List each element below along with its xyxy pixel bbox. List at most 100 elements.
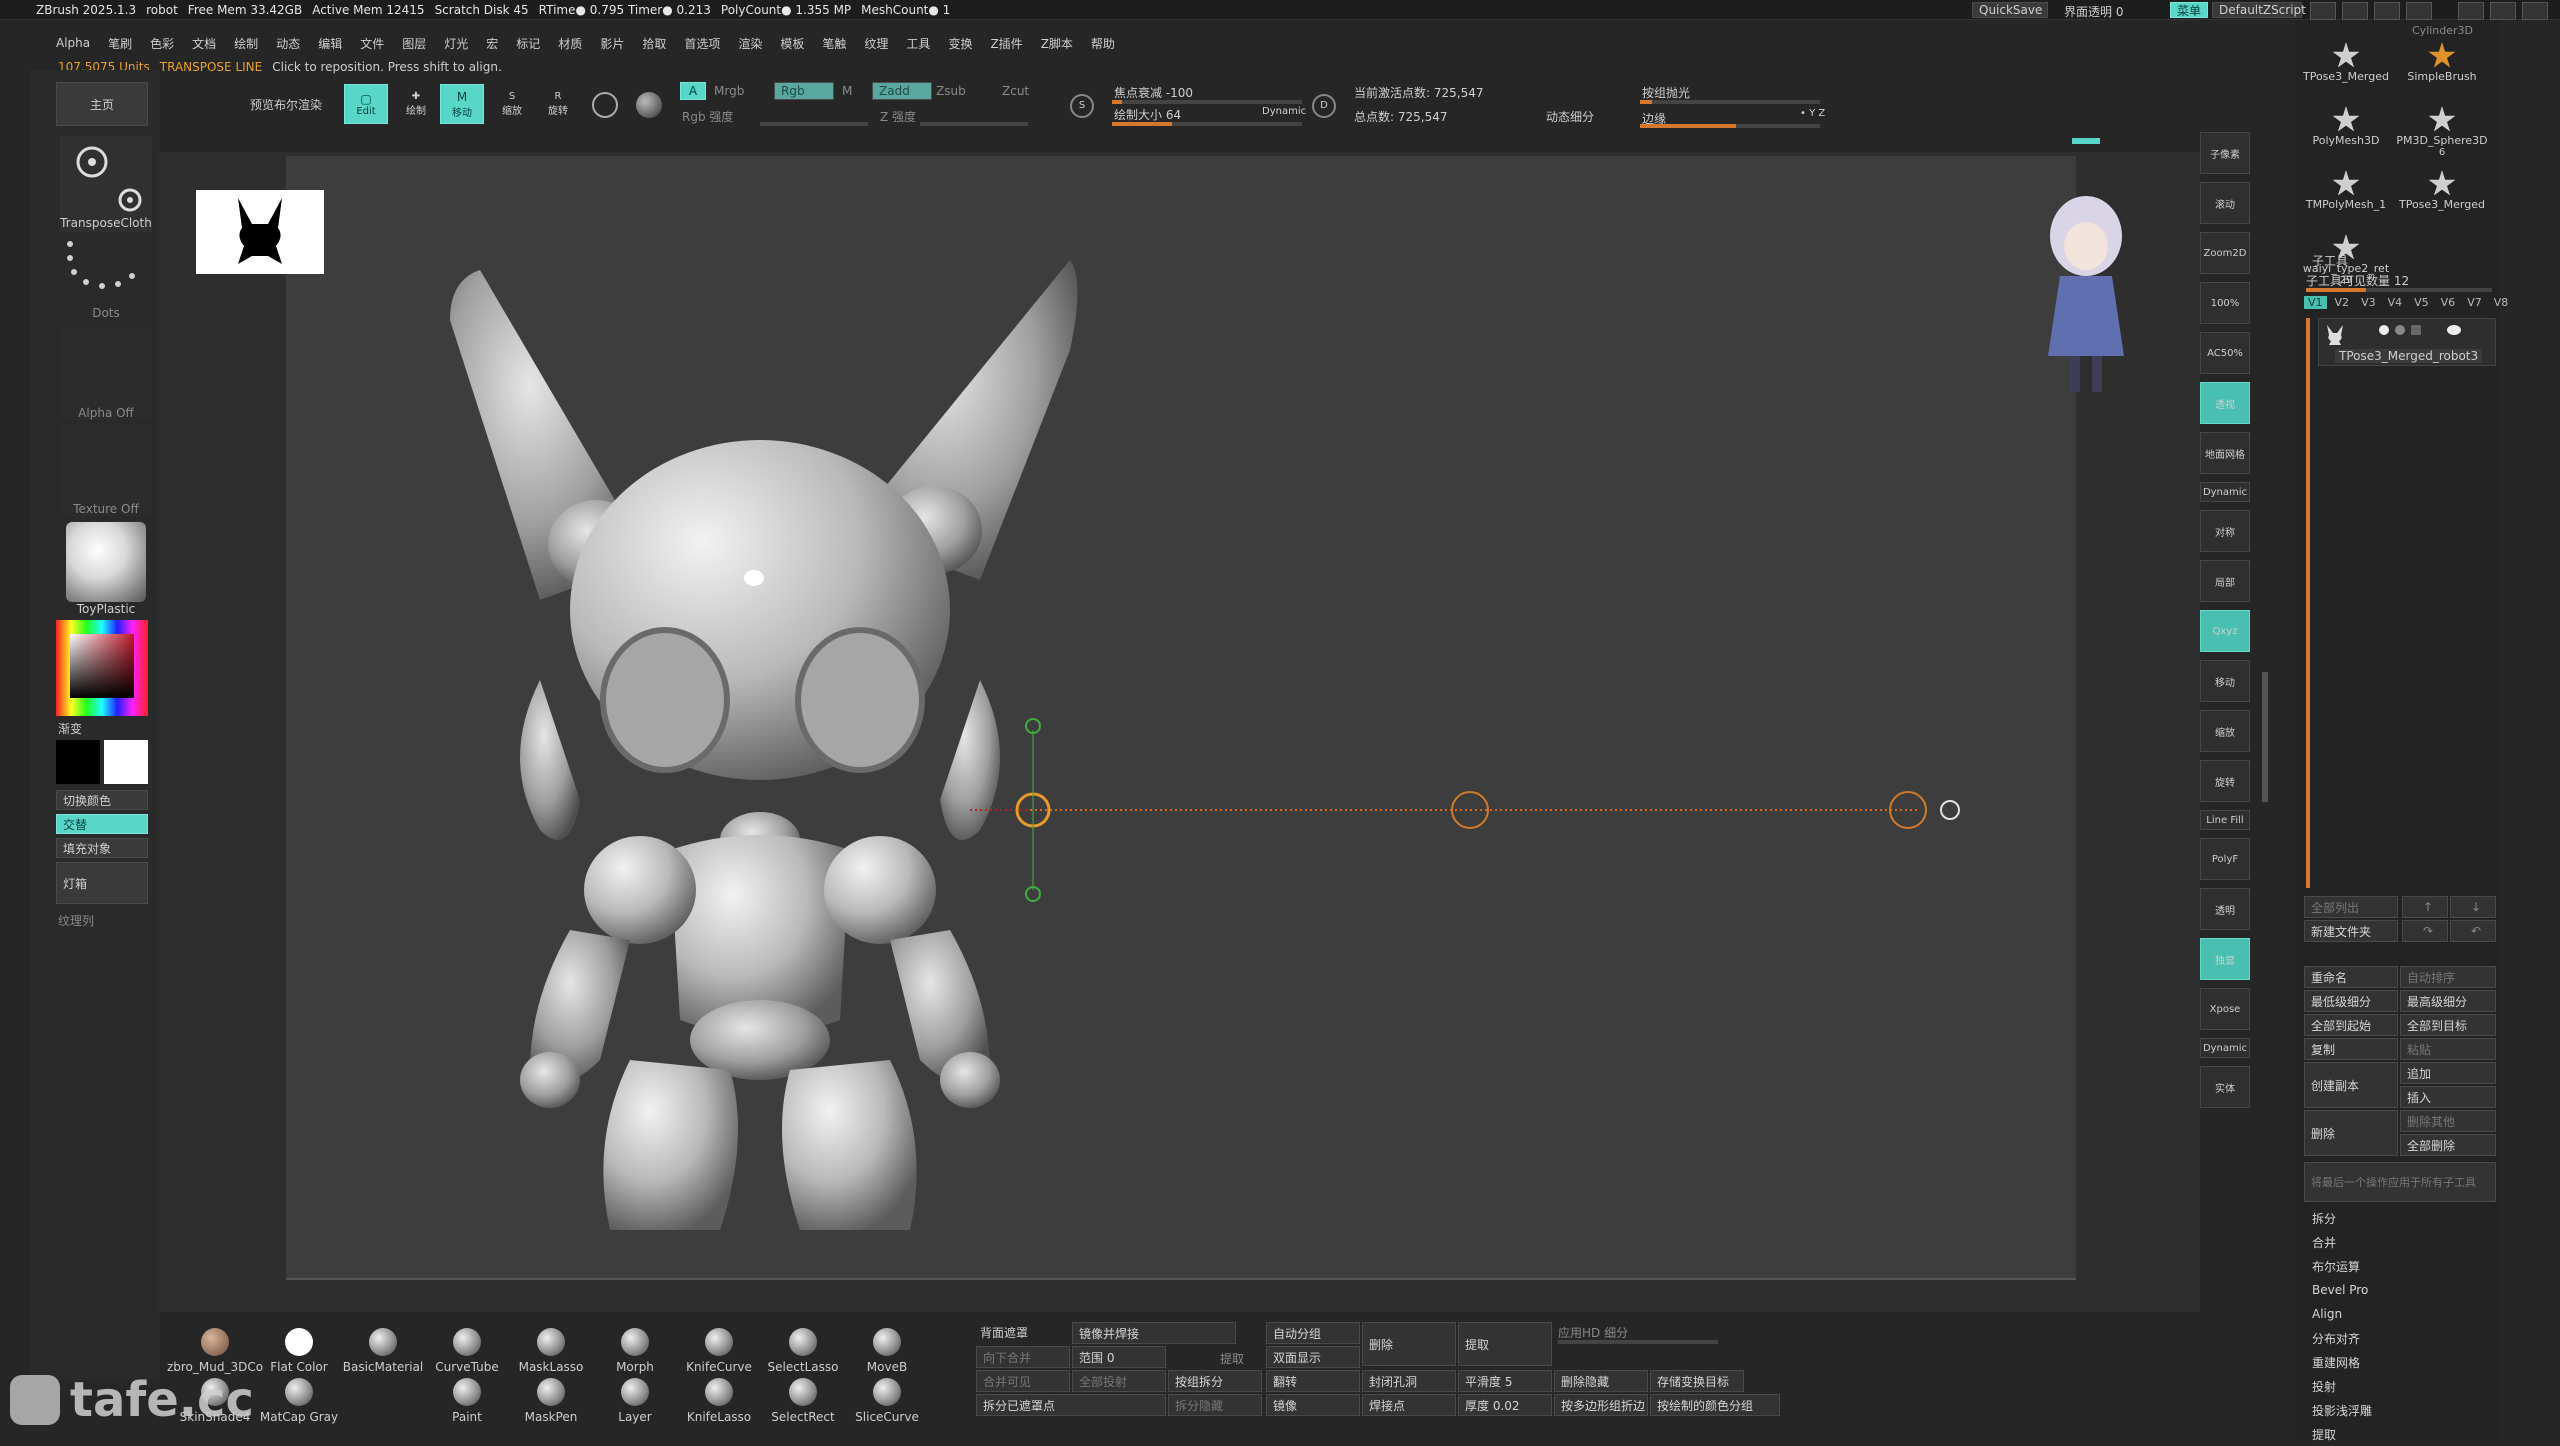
poly-group-fold-button[interactable]: 按多边形组折边 [1554,1394,1648,1416]
close-holes-button[interactable]: 封闭孔洞 [1362,1370,1456,1392]
menu-item[interactable]: 帮助 [1091,35,1115,52]
shelf-button[interactable]: 透视 [2200,382,2250,424]
tool-thumbnail[interactable]: TPose3_Merged [2300,38,2392,98]
brush-slot[interactable]: SelectLasso [764,1328,842,1374]
range-slider[interactable]: 范围 0 [1072,1346,1166,1368]
m-button[interactable]: M [842,84,852,98]
material-toggle-icon[interactable] [592,92,618,118]
home-button[interactable]: 主页 [56,82,148,126]
subtool-action-button[interactable]: 全部到目标 [2400,1014,2496,1036]
subtool-scrollbar[interactable] [2306,318,2310,888]
polish-edge-slider[interactable] [1640,124,1820,128]
subtool-action-button[interactable]: 重命名 [2304,966,2398,988]
mrgb-button[interactable]: Mrgb [714,84,744,98]
by-group-split-button[interactable]: 按组拆分 [1168,1370,1262,1392]
z-intensity-slider[interactable] [920,122,1028,126]
material-slot[interactable]: ToyPlastic [60,522,152,616]
zadd-button[interactable]: Zadd [872,82,932,100]
shelf-button[interactable]: Xpose [2200,988,2250,1030]
texture-slot[interactable]: Texture Off [60,426,152,516]
brush-slot[interactable]: KnifeLasso [680,1378,758,1424]
preview-render-label[interactable]: 预览布尔渲染 [250,96,322,113]
shelf-button[interactable]: Zoom2D [2200,232,2250,274]
tool-menu-item[interactable]: 投影浅浮雕 [2304,1398,2496,1422]
tool-menu-item[interactable]: 合并 [2304,1230,2496,1254]
alternate-button[interactable]: 交替 [56,814,148,834]
z-intensity-label[interactable]: Z 强度 [880,108,916,125]
tool-menu-item[interactable]: 提取 [2304,1422,2496,1446]
menu-item[interactable]: 笔触 [822,35,846,52]
edit-button[interactable]: ▢ Edit [344,84,388,124]
subtool-action-button[interactable]: 追加 [2400,1062,2496,1084]
layout-icon[interactable] [2310,2,2336,20]
menu-item[interactable]: 编辑 [318,35,342,52]
subtool-visible-count[interactable]: 子工具可见数量 12 [2306,272,2409,289]
rgb-button[interactable]: Rgb [774,82,834,100]
version-tab[interactable]: V8 [2490,296,2513,309]
shelf-button[interactable]: 地面网格 [2200,432,2250,474]
move-down-button[interactable]: ↓ [2450,896,2496,918]
merge-visible-button[interactable]: 合并可见 [976,1370,1070,1392]
scale-button[interactable]: S 缩放 [492,84,532,124]
menu-item[interactable]: 纹理 [864,35,888,52]
apply-all-note[interactable]: 将最后一个操作应用于所有子工具 [2304,1162,2496,1202]
rgb-intensity-label[interactable]: Rgb 强度 [682,108,733,125]
shelf-button[interactable]: AC50% [2200,332,2250,374]
menu-item[interactable]: 动态 [276,35,300,52]
backface-mask[interactable]: 背面遮罩 [980,1324,1028,1341]
menu-item[interactable]: Z脚本 [1041,35,1073,52]
shelf-button[interactable]: 局部 [2200,560,2250,602]
menu-toggle-button[interactable]: 菜单 [2170,2,2208,18]
menu-item[interactable]: 变换 [948,35,972,52]
polish-groups-slider[interactable] [1640,100,1820,104]
shelf-button[interactable]: 100% [2200,282,2250,324]
menu-item[interactable]: 材质 [558,35,582,52]
menu-item[interactable]: 影片 [600,35,624,52]
subtool-action-button[interactable]: 插入 [2400,1086,2496,1108]
version-tab[interactable]: V6 [2437,296,2460,309]
move-up-button[interactable]: ↑ [2402,896,2448,918]
merge-down-button[interactable]: 向下合并 [976,1346,1070,1368]
folder-down-button[interactable]: ↶ [2450,920,2496,942]
close-icon[interactable] [2522,2,2548,20]
hd-subdiv-label[interactable]: 应用HD 细分 [1558,1324,1628,1341]
extract-button[interactable]: 提取 [1458,1322,1552,1366]
extract-b-label[interactable]: 提取 [1220,1350,1244,1367]
rotate-button[interactable]: R 旋转 [538,84,578,124]
brush-slot[interactable]: Paint [428,1378,506,1424]
double-sided-button[interactable]: 双面显示 [1266,1346,1360,1368]
brush-slot[interactable]: BasicMaterial [343,1328,423,1374]
eye-icon[interactable] [2447,325,2461,335]
subtool-row[interactable]: TPose3_Merged_robot3 [2318,318,2496,366]
zsub-button[interactable]: Zsub [936,84,966,98]
tool-thumbnail[interactable]: TMPolyMesh_1 [2300,166,2392,226]
menu-item[interactable]: 色彩 [150,35,174,52]
tool-menu-item[interactable]: 重建网格 [2304,1350,2496,1374]
secondary-color-swatch[interactable] [104,740,148,784]
tool-thumbnail[interactable]: PM3D_Sphere3D 6 [2396,102,2488,162]
right-tray-scroll[interactable] [2262,672,2268,802]
tool-menu-item[interactable]: Align [2304,1302,2496,1326]
transpose-gizmo[interactable] [930,700,1970,920]
folder-up-button[interactable]: ↷ [2402,920,2448,942]
brush-slot[interactable]: CurveTube [428,1328,506,1374]
lock-toggle-icon[interactable] [2411,325,2421,335]
brush-slot[interactable]: Morph [596,1328,674,1374]
version-tab[interactable]: V4 [2384,296,2407,309]
menu-item[interactable]: 标记 [516,35,540,52]
brush-slot[interactable]: Flat Color [260,1328,338,1374]
version-tab[interactable]: V3 [2357,296,2380,309]
mirror-weld-button[interactable]: 镜像并焊接 [1072,1322,1236,1344]
brush-slot[interactable]: MaskPen [512,1378,590,1424]
menu-item[interactable]: 首选项 [684,35,720,52]
shelf-button[interactable]: 移动 [2200,660,2250,702]
smooth-slider[interactable]: 平滑度 5 [1458,1370,1552,1392]
restore-icon[interactable] [2490,2,2516,20]
quicksave-button[interactable]: QuickSave [1972,2,2048,18]
delete-hidden-button[interactable]: 删除隐藏 [1554,1370,1648,1392]
menu-item[interactable]: Z插件 [990,35,1022,52]
brush-slot[interactable]: Layer [596,1378,674,1424]
a-button[interactable]: A [680,82,706,100]
polypaint-toggle-icon[interactable] [2379,325,2389,335]
subtool-action-button[interactable]: 全部删除 [2400,1134,2496,1156]
